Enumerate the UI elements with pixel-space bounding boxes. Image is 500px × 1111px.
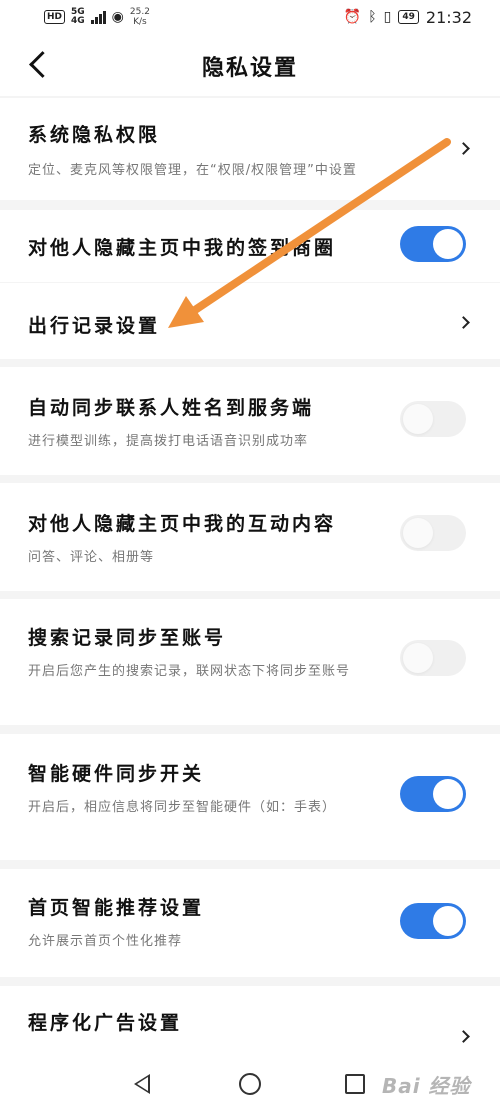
- network-speed: 25.2 K/s: [129, 7, 150, 27]
- hd-badge: HD: [44, 10, 66, 24]
- page-title: 隐私设置: [201, 56, 298, 81]
- chevron-right-icon: [457, 1030, 470, 1043]
- settings-row-system-privacy[interactable]: 系统隐私权限 定位、麦克风等权限管理，在“权限/权限管理”中设置: [0, 98, 500, 200]
- baidu-watermark: Bai 经验: [382, 1074, 471, 1098]
- toggle-knob: [433, 229, 463, 259]
- settings-row-programmatic-ads[interactable]: 程序化广告设置: [0, 986, 500, 1056]
- toggle-switch[interactable]: [400, 515, 466, 551]
- row-description: 允许展示首页个性化推荐: [28, 934, 183, 949]
- bluetooth-icon: ᛒ: [368, 9, 377, 25]
- settings-row-travel-records[interactable]: 出行记录设置: [0, 283, 500, 359]
- row-label: 首页智能推荐设置: [28, 897, 205, 919]
- row-label: 程序化广告设置: [28, 1012, 183, 1034]
- row-description: 定位、麦克风等权限管理，在“权限/权限管理”中设置: [28, 163, 357, 178]
- toggle-knob: [433, 779, 463, 809]
- settings-row-hide-interactions: 对他人隐藏主页中我的互动内容 问答、评论、相册等: [0, 483, 500, 591]
- row-label: 自动同步联系人姓名到服务端: [28, 397, 315, 419]
- row-label: 智能硬件同步开关: [28, 763, 205, 785]
- row-label: 出行记录设置: [28, 315, 161, 337]
- toggle-knob: [433, 906, 463, 936]
- toggle-switch[interactable]: [400, 640, 466, 676]
- settings-row-search-sync: 搜索记录同步至账号 开启后您产生的搜索记录，联网状态下将同步至账号: [0, 599, 500, 725]
- row-label: 对他人隐藏主页中我的互动内容: [28, 513, 337, 535]
- chevron-right-icon: [457, 316, 470, 329]
- clock: 21:32: [425, 7, 472, 27]
- nav-back-icon[interactable]: [134, 1074, 150, 1094]
- toggle-switch[interactable]: [400, 776, 466, 812]
- settings-row-home-recommend: 首页智能推荐设置 允许展示首页个性化推荐: [0, 869, 500, 977]
- settings-row-hardware-sync: 智能硬件同步开关 开启后，相应信息将同步至智能硬件（如：手表）: [0, 734, 500, 860]
- chevron-right-icon: [457, 142, 470, 155]
- row-description: 进行模型训练，提高拨打电话语音识别成功率: [28, 434, 309, 449]
- status-bar: HD 5G 4G ◉ 25.2 K/s ⏰ ᛒ ▯ 49 21:32: [0, 0, 500, 34]
- battery-icon: 49: [398, 10, 419, 24]
- settings-row-hide-checkin: 对他人隐藏主页中我的签到商圈: [0, 210, 500, 282]
- toggle-switch[interactable]: [400, 903, 466, 939]
- row-label: 对他人隐藏主页中我的签到商圈: [28, 237, 337, 259]
- toggle-switch[interactable]: [400, 226, 466, 262]
- row-label: 搜索记录同步至账号: [28, 627, 227, 649]
- nav-recents-icon[interactable]: [345, 1074, 365, 1094]
- alarm-icon: ⏰: [343, 9, 362, 25]
- nav-home-icon[interactable]: [239, 1073, 261, 1095]
- row-description: 开启后，相应信息将同步至智能硬件（如：手表）: [28, 800, 337, 815]
- row-description: 开启后您产生的搜索记录，联网状态下将同步至账号: [28, 664, 351, 679]
- settings-row-sync-contacts: 自动同步联系人姓名到服务端 进行模型训练，提高拨打电话语音识别成功率: [0, 367, 500, 475]
- signal-type: 5G 4G: [71, 7, 85, 26]
- page-header: 隐私设置: [0, 34, 500, 96]
- toggle-knob: [403, 643, 433, 673]
- toggle-switch[interactable]: [400, 401, 466, 437]
- wifi-icon: ◉: [111, 9, 124, 25]
- toggle-knob: [403, 404, 433, 434]
- signal-icon: [90, 10, 106, 24]
- toggle-knob: [403, 518, 433, 548]
- row-description: 问答、评论、相册等: [28, 550, 155, 565]
- vibrate-icon: ▯: [383, 9, 392, 25]
- system-nav-bar: Bai 经验: [0, 1056, 500, 1111]
- row-label: 系统隐私权限: [28, 124, 161, 146]
